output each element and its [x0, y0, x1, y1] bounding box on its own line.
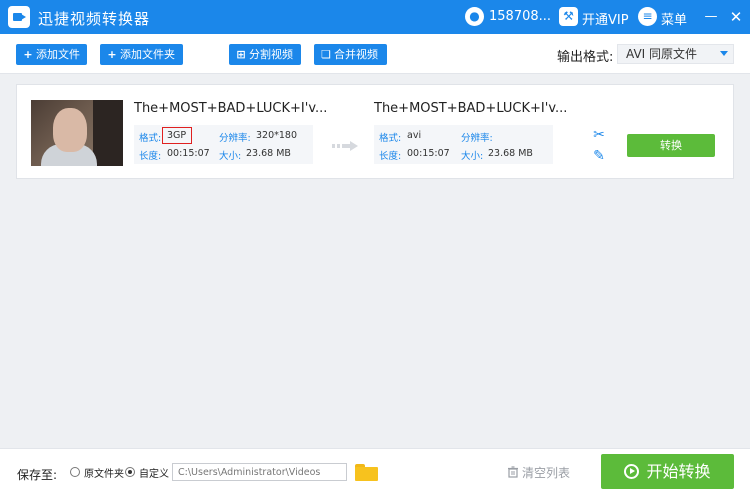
split-video-button[interactable]: ⊞ 分割视频: [229, 44, 301, 65]
output-format-select[interactable]: AVI 同原文件: [617, 44, 734, 64]
start-convert-button[interactable]: 开始转换: [601, 454, 734, 489]
user-name[interactable]: 158708...: [489, 9, 551, 24]
plus-icon: +: [107, 48, 117, 61]
app-title: 迅捷视频转换器: [38, 10, 151, 28]
merge-video-button[interactable]: ❏ 合并视频: [314, 44, 387, 65]
radio-source-folder[interactable]: [70, 467, 80, 477]
video-thumbnail[interactable]: [31, 100, 123, 166]
add-folder-button[interactable]: + 添加文件夹: [100, 44, 183, 65]
vip-cart-icon[interactable]: ⚒: [559, 7, 578, 26]
merge-icon: ❏: [321, 48, 331, 61]
edit-icon[interactable]: ✎: [591, 148, 607, 164]
play-icon: [624, 464, 640, 479]
close-icon[interactable]: ✕: [728, 9, 744, 25]
target-info-panel: 格式: avi 分辨率: 长度: 00:15:07 大小: 23.68 MB: [374, 125, 553, 164]
source-file-name: The+MOST+BAD+LUCK+I'v...: [134, 101, 328, 116]
trash-icon: [508, 466, 518, 478]
minimize-icon[interactable]: —: [703, 9, 719, 25]
target-size-value: 23.68 MB: [488, 148, 533, 159]
clear-list-button[interactable]: 清空列表: [507, 464, 570, 481]
title-bar: 迅捷视频转换器 ● 158708... ⚒ 开通VIP ≡ 菜单 — ✕: [0, 0, 750, 34]
source-format-value: 3GP: [167, 130, 187, 141]
folder-icon[interactable]: [355, 464, 378, 481]
radio-custom-label[interactable]: 自定义: [139, 465, 169, 480]
plus-icon: +: [23, 48, 33, 61]
scissors-icon[interactable]: ✂: [591, 127, 607, 143]
add-file-button[interactable]: + 添加文件: [16, 44, 87, 65]
menu-layers-icon[interactable]: ≡: [638, 7, 657, 26]
save-path-input[interactable]: [172, 463, 347, 481]
chevron-down-icon: [720, 51, 728, 56]
open-vip-link[interactable]: 开通VIP: [582, 9, 629, 28]
target-format-value: avi: [407, 130, 422, 141]
crop-icon: ⊞: [236, 48, 246, 61]
source-resolution-value: 320*180: [256, 130, 298, 141]
source-info-panel: 格式: 3GP 分辨率: 320*180 长度: 00:15:07 大小: 23…: [134, 125, 313, 164]
radio-source-folder-label[interactable]: 原文件夹: [84, 465, 124, 480]
source-size-value: 23.68 MB: [246, 148, 291, 159]
target-duration-value: 00:15:07: [407, 148, 450, 159]
radio-custom[interactable]: [125, 467, 135, 477]
output-format-label: 输出格式:: [557, 50, 614, 65]
menu-button[interactable]: 菜单: [661, 9, 687, 28]
source-duration-value: 00:15:07: [167, 148, 210, 159]
convert-button[interactable]: 转换: [627, 134, 715, 157]
convert-arrow-icon: [332, 141, 358, 151]
user-avatar-icon[interactable]: ●: [465, 7, 484, 26]
save-to-label: 保存至:: [17, 468, 58, 482]
bottom-bar: 保存至: 原文件夹 自定义 清空列表 开始转换: [0, 448, 750, 497]
app-logo-icon: [8, 6, 30, 28]
target-file-name: The+MOST+BAD+LUCK+I'v...: [374, 101, 568, 116]
file-list-item: The+MOST+BAD+LUCK+I'v... 格式: 3GP 分辨率: 32…: [16, 84, 734, 179]
